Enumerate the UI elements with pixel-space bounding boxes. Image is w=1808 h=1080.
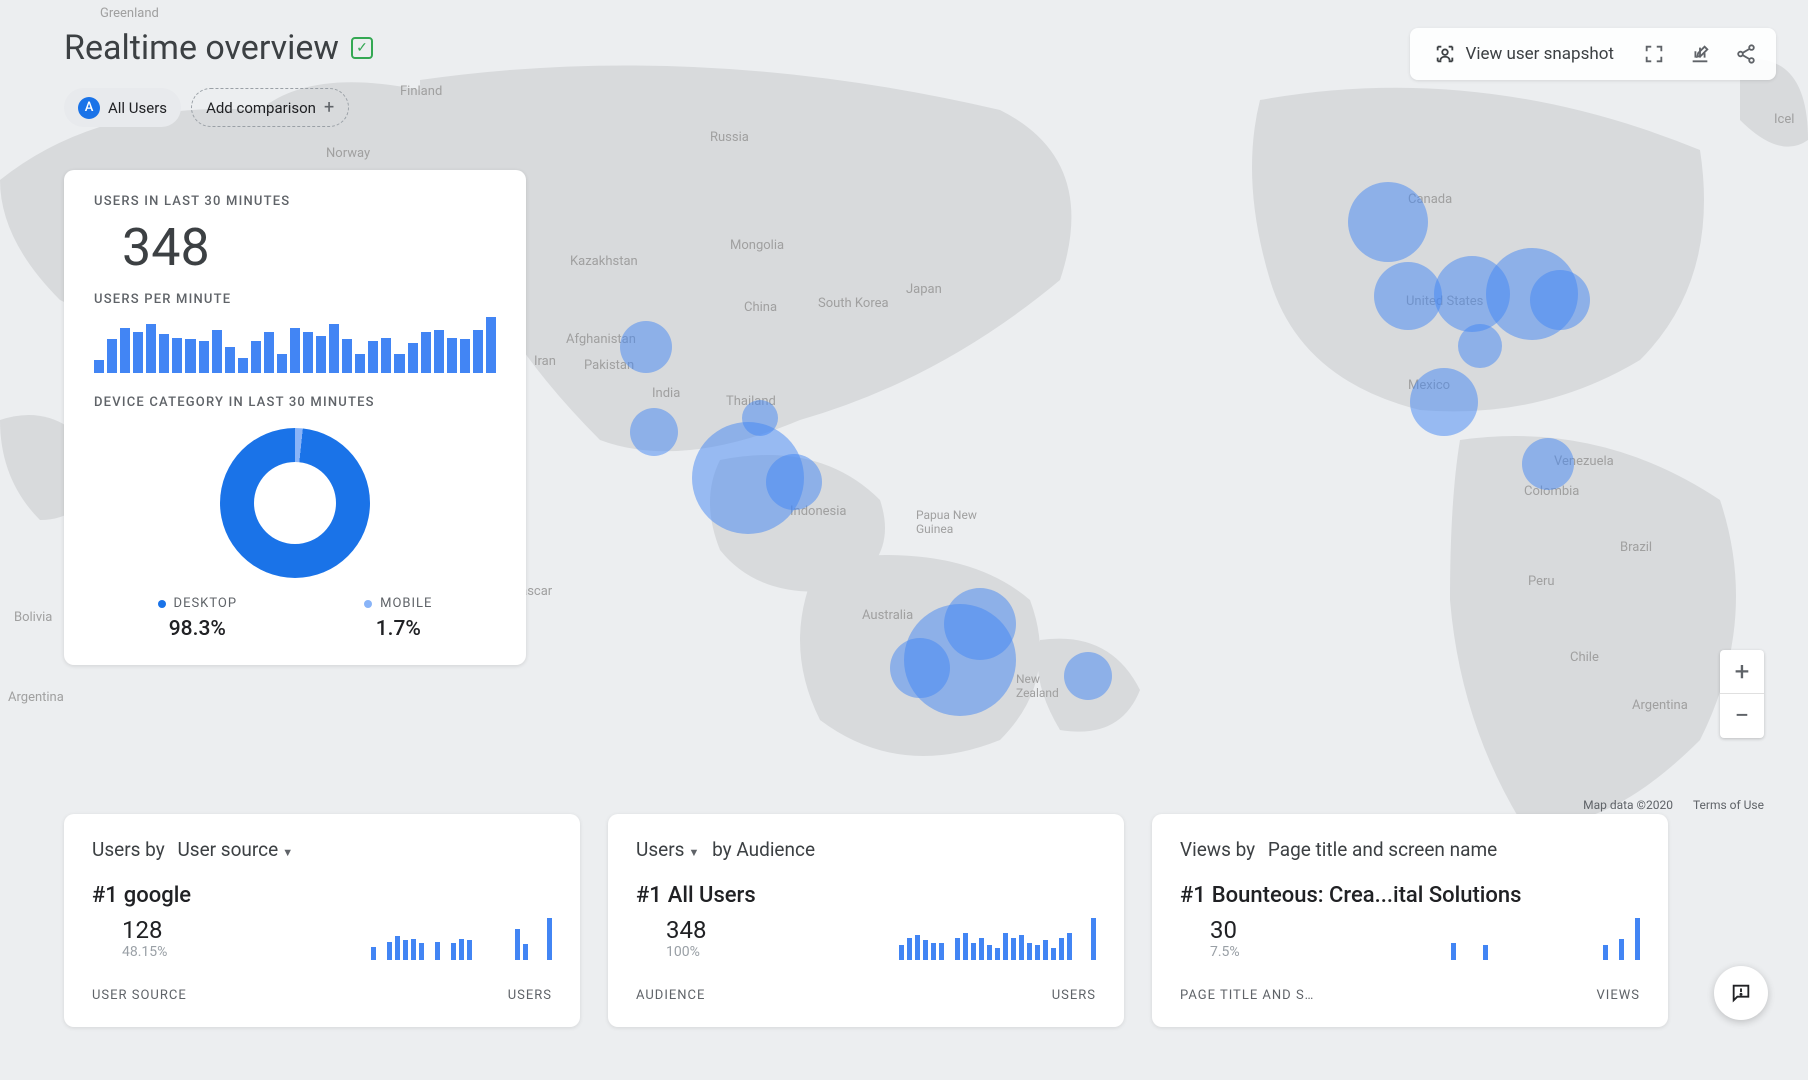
map-attribution: Map data ©2020 — [1583, 798, 1673, 812]
views-by-page-card: Views by Page title and screen name #1Bo… — [1152, 814, 1668, 1027]
legend-mobile-label: MOBILE — [380, 596, 432, 611]
metric-pct: 7.5% — [1210, 944, 1240, 960]
fullscreen-icon — [1643, 43, 1665, 65]
sparkline-chart — [883, 918, 1096, 960]
legend-dot-mobile — [364, 600, 372, 608]
metric-value: 30 — [1210, 916, 1240, 944]
realtime-summary-card: USERS IN LAST 30 MINUTES 348 USERS PER M… — [64, 170, 526, 665]
verified-check-icon: ✓ — [351, 37, 373, 59]
chevron-down-icon: ▼ — [688, 846, 699, 859]
page-title: Realtime overview — [64, 28, 339, 68]
col-right: VIEWS — [1597, 988, 1640, 1003]
users-last-30-value: 348 — [122, 217, 496, 278]
view-user-snapshot-button[interactable]: View user snapshot — [1420, 35, 1628, 73]
feedback-button[interactable] — [1714, 966, 1768, 1020]
add-comparison-label: Add comparison — [206, 99, 316, 117]
fullscreen-button[interactable] — [1634, 34, 1674, 74]
filter-chip-all-users[interactable]: A All Users — [64, 88, 181, 127]
zoom-in-button[interactable]: + — [1720, 650, 1764, 694]
users-per-minute-chart — [94, 317, 496, 373]
col-left: AUDIENCE — [636, 988, 705, 1003]
rank: #1 — [92, 883, 118, 908]
rank: #1 — [636, 883, 662, 908]
legend-desktop-label: DESKTOP — [174, 596, 238, 611]
filter-badge: A — [78, 97, 100, 119]
users-by-audience-card: Users▼ by Audience #1All Users 348 100% … — [608, 814, 1124, 1027]
sparkline-chart — [1427, 918, 1640, 960]
users-by-source-card: Users by User source▼ #1google 128 48.15… — [64, 814, 580, 1027]
device-category-label: DEVICE CATEGORY IN LAST 30 MINUTES — [94, 395, 496, 410]
share-icon — [1735, 43, 1757, 65]
plus-icon: + — [324, 97, 334, 118]
card-metric-dropdown[interactable]: Users▼ — [636, 838, 699, 861]
sparkline-chart — [347, 918, 552, 960]
feedback-icon — [1730, 982, 1752, 1004]
view-snapshot-label: View user snapshot — [1466, 44, 1614, 64]
card-dimension-dropdown[interactable]: User source▼ — [177, 838, 293, 861]
col-left: PAGE TITLE AND S… — [1180, 988, 1314, 1003]
card-title-prefix: Views by — [1180, 838, 1255, 861]
col-right: USERS — [1052, 988, 1096, 1003]
chevron-down-icon: ▼ — [282, 846, 293, 859]
top-item: google — [124, 883, 191, 908]
top-item: All Users — [668, 883, 756, 908]
col-left: USER SOURCE — [92, 988, 187, 1003]
top-item: Bounteous: Crea...ital Solutions — [1212, 883, 1522, 908]
rank: #1 — [1180, 883, 1206, 908]
users-per-minute-label: USERS PER MINUTE — [94, 292, 496, 307]
metric-value: 128 — [122, 916, 167, 944]
users-last-30-label: USERS IN LAST 30 MINUTES — [94, 194, 496, 209]
card-title-suffix: Page title and screen name — [1268, 838, 1497, 861]
device-donut-chart — [220, 428, 370, 578]
legend-desktop-value: 98.3% — [158, 617, 238, 641]
edit-report-button[interactable] — [1680, 34, 1720, 74]
share-button[interactable] — [1726, 34, 1766, 74]
card-title-prefix: Users by — [92, 838, 165, 861]
metric-pct: 48.15% — [122, 944, 167, 960]
col-right: USERS — [508, 988, 552, 1003]
legend-dot-desktop — [158, 600, 166, 608]
edit-chart-icon — [1689, 43, 1711, 65]
terms-of-use-link[interactable]: Terms of Use — [1693, 798, 1764, 812]
zoom-out-button[interactable]: − — [1720, 694, 1764, 738]
map-zoom-controls: + − — [1720, 650, 1764, 738]
card-title-suffix: by Audience — [712, 838, 815, 861]
user-snapshot-icon — [1434, 43, 1456, 65]
filter-chip-label: All Users — [108, 99, 167, 117]
metric-pct: 100% — [666, 944, 706, 960]
metric-value: 348 — [666, 916, 706, 944]
legend-mobile-value: 1.7% — [364, 617, 432, 641]
add-comparison-chip[interactable]: Add comparison + — [191, 88, 349, 127]
